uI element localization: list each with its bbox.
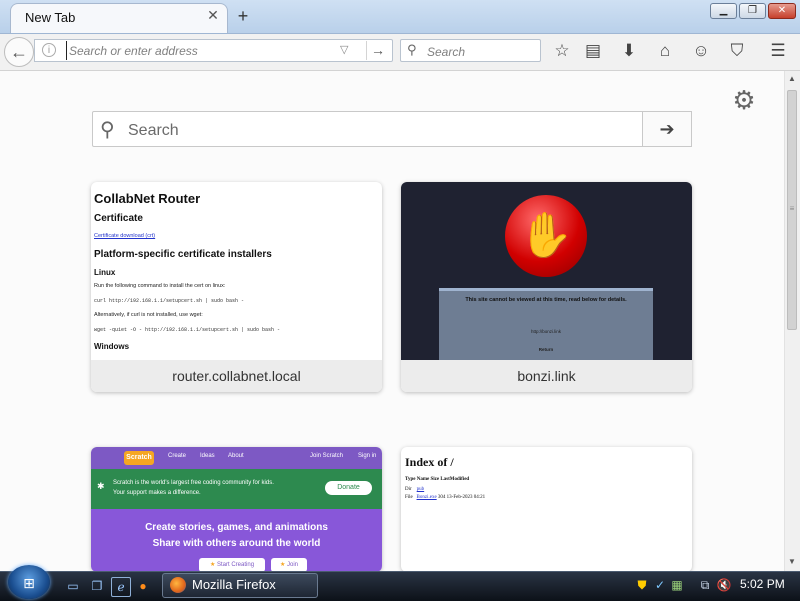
taskbar-task-label: Mozilla Firefox [192, 577, 276, 592]
site-info-icon[interactable]: i [42, 43, 56, 57]
thumb-button: ★ Start Creating [199, 558, 265, 572]
windows-logo-icon: ⊞ [23, 575, 35, 591]
tile-label: router.collabnet.local [91, 360, 382, 392]
cell-details: 304 13-Feb-2023 04:21 [437, 495, 486, 500]
url-go-button[interactable]: → [366, 41, 389, 60]
star-icon[interactable]: ☆ [551, 40, 573, 62]
thumb-heading: Create stories, games, and animations [145, 522, 328, 533]
firefox-icon[interactable]: ● [134, 577, 152, 595]
menu-icon[interactable]: ☰ [767, 40, 789, 62]
top-site-tile[interactable]: Index of / Type Name Size LastModified D… [401, 447, 692, 572]
network-tray-icon[interactable]: ▦ [669, 576, 685, 594]
thumb-link: http://bonzi.link [530, 329, 562, 334]
thumb-nav-item: Ideas [200, 453, 215, 459]
internet-explorer-icon[interactable]: ℯ [111, 577, 131, 597]
scratch-logo: Scratch [124, 451, 154, 465]
thumb-heading: Share with others around the world [152, 538, 321, 549]
pocket-icon[interactable]: ⛉ [726, 40, 748, 62]
thumb-table-row: Dir pub [405, 487, 424, 492]
thumb-table-header: Type Name Size LastModified [405, 477, 470, 482]
switch-windows-icon[interactable]: ❐ [88, 577, 106, 595]
banner-line: Scratch is the world's largest free codi… [113, 480, 274, 486]
tab-close-icon[interactable]: ✕ [205, 7, 221, 23]
hello-icon[interactable]: ☺ [690, 40, 712, 62]
star-icon: ★ [209, 562, 216, 568]
thumb-nav-item: Sign in [358, 453, 377, 459]
volume-muted-icon[interactable]: 🔇 [716, 576, 732, 594]
thumb-heading: Index of / [405, 455, 454, 469]
search-icon: ⚲ [100, 119, 115, 141]
cell-type: File [405, 495, 413, 500]
thumb-code: wget -quiet -O - http://192.168.1.1/setu… [94, 327, 281, 333]
thumb-button-label: Start Creating [217, 562, 255, 568]
clock[interactable]: 5:02 PM [740, 577, 785, 591]
thumb-nav-item: Join Scratch [310, 453, 344, 459]
home-icon[interactable]: ⌂ [654, 40, 676, 62]
thumb-table-row: File Bonzi.exe 304 13-Feb-2023 04:21 [405, 495, 485, 500]
security-shield-icon[interactable]: ⛊ [634, 576, 650, 594]
newtab-search-input[interactable] [126, 118, 630, 144]
tile-label: bonzi.link [401, 360, 692, 392]
star-icon: ★ [279, 562, 286, 568]
thumb-text: Run the following command to install the… [94, 283, 226, 289]
tile-thumbnail: ✋ This site cannot be viewed at this tim… [401, 182, 692, 360]
thumb-donate-button: Donate [325, 481, 372, 495]
thumb-heading: Platform-specific certificate installers [94, 249, 272, 260]
search-icon: ⚲ [407, 42, 417, 57]
back-button[interactable]: ← [4, 37, 34, 67]
scroll-up-icon[interactable]: ▲ [786, 73, 798, 85]
download-icon[interactable]: ⬇ [618, 40, 640, 62]
thumb-nav-item: Create [168, 453, 187, 459]
thumb-heading: Linux [94, 268, 116, 277]
url-history-dropdown-icon[interactable]: ▽ [340, 43, 348, 56]
tab-title: New Tab [25, 10, 76, 25]
hand-icon: ✋ [518, 211, 574, 260]
toolbar-search-input[interactable] [425, 41, 539, 62]
thumb-nav-item: About [228, 453, 244, 459]
new-tab-button[interactable]: + [233, 6, 253, 26]
show-desktop-icon[interactable]: ▭ [64, 577, 82, 595]
thumb-text: This site cannot be viewed at this time,… [465, 297, 627, 303]
thumb-link: Certificate download (crt) [94, 233, 156, 239]
tab-new-tab[interactable]: New Tab ✕ [10, 3, 228, 33]
top-site-tile[interactable]: ✋ This site cannot be viewed at this tim… [401, 182, 692, 392]
thumb-button-label: Join [287, 562, 299, 568]
thumb-heading: Certificate [94, 213, 143, 224]
reading-list-icon[interactable]: ▤ [582, 40, 604, 62]
gear-icon[interactable]: ⚙ [730, 86, 758, 114]
cell-name: pub [416, 487, 425, 492]
minimize-button[interactable]: ▁ [710, 3, 737, 19]
check-icon[interactable]: ✓ [652, 576, 668, 594]
banner-line: Your support makes a difference. [113, 490, 201, 496]
cell-type: Dir [405, 487, 412, 492]
grip-icon: ≡ [789, 204, 795, 213]
thumb-button: ★ Join [271, 558, 307, 572]
firefox-icon [170, 577, 186, 593]
top-site-tile[interactable]: CollabNet Router Certificate Certificate… [91, 182, 382, 392]
thumb-code: curl http://192.168.1.1/setupcert.sh | s… [94, 298, 245, 304]
thumb-text: Alternatively, if curl is not installed,… [94, 312, 203, 318]
newtab-search-go-button[interactable]: ➔ [642, 111, 692, 147]
scroll-down-icon[interactable]: ▼ [786, 556, 798, 568]
close-window-button[interactable]: ✕ [768, 3, 796, 19]
sparkle-icon: ✱ [97, 481, 105, 491]
thumb-text: Scratch is the world's largest free codi… [113, 478, 313, 498]
top-site-tile[interactable]: Scratch Create Ideas About Join Scratch … [91, 447, 382, 572]
thumb-text: Return [538, 347, 554, 352]
thumb-heading: Windows [94, 342, 130, 351]
tile-thumbnail: Scratch Create Ideas About Join Scratch … [91, 447, 382, 572]
thumb-heading: CollabNet Router [94, 191, 201, 206]
tile-thumbnail: CollabNet Router Certificate Certificate… [91, 182, 382, 360]
tile-thumbnail: Index of / Type Name Size LastModified D… [401, 447, 692, 572]
cell-name: Bonzi.exe [416, 495, 437, 500]
network-icon[interactable]: ⧉ [697, 576, 713, 594]
maximize-button[interactable]: ❐ [739, 3, 766, 19]
url-input[interactable] [66, 41, 331, 60]
